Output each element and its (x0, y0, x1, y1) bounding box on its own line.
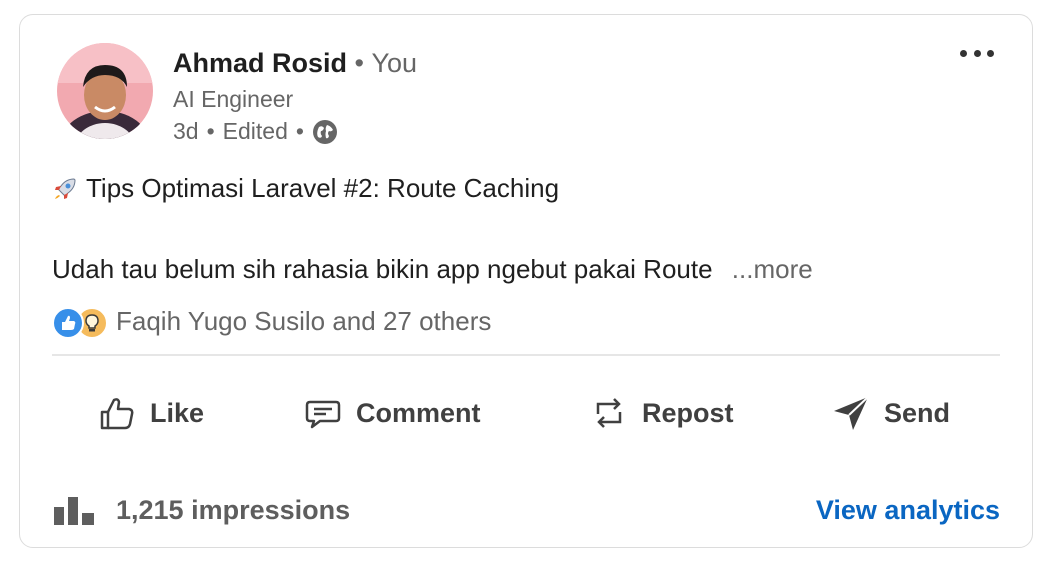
menu-dot (987, 49, 994, 57)
like-label: Like (150, 397, 205, 428)
author-headline: AI Engineer (173, 86, 294, 112)
avatar[interactable] (57, 43, 153, 139)
send-button[interactable]: Send (830, 382, 950, 444)
author-name[interactable]: Ahmad Rosid • You (173, 48, 417, 79)
divider (52, 354, 1000, 356)
comment-label: Comment (356, 397, 481, 428)
author-relation: You (371, 48, 418, 78)
like-reaction-icon (52, 306, 84, 339)
rocket-icon (55, 177, 76, 199)
separator-dot: • (295, 118, 304, 144)
menu-dot (960, 49, 967, 57)
post-meta: 3d • Edited • (173, 118, 338, 145)
post-body-text: Udah tau belum sih rahasia bikin app nge… (52, 254, 713, 284)
send-icon (834, 396, 869, 430)
author-name-text[interactable]: Ahmad Rosid (173, 48, 347, 78)
comment-button[interactable]: Comment (302, 382, 481, 444)
action-bar: Like Comment Repost Send (20, 382, 1032, 444)
more-options-icon[interactable] (960, 43, 994, 63)
view-analytics-link[interactable]: View analytics (816, 495, 1000, 526)
post-time[interactable]: 3d (173, 118, 199, 145)
repost-icon (596, 398, 622, 428)
post-title-text: Tips Optimasi Laravel #2: Route Caching (86, 173, 560, 203)
reaction-icons (52, 306, 110, 339)
repost-button[interactable]: Repost (588, 382, 734, 444)
impressions-text: 1,215 impressions (116, 494, 351, 525)
reactions-summary[interactable]: Faqih Yugo Susilo and 27 others (52, 306, 491, 339)
send-label: Send (884, 397, 951, 428)
post-title: Tips Optimasi Laravel #2: Route Caching (52, 173, 559, 204)
globe-icon (312, 119, 338, 145)
bar-chart-icon (54, 497, 94, 525)
thumbs-up-icon (100, 398, 134, 430)
edited-label: Edited (222, 118, 288, 144)
repost-label: Repost (642, 397, 734, 428)
post-card: Ahmad Rosid • You AI Engineer 3d • Edite… (19, 14, 1033, 548)
menu-dot (973, 49, 981, 57)
see-more-link[interactable]: ...more (732, 254, 813, 284)
separator-dot: • (206, 118, 215, 144)
post-footer: 1,215 impressions View analytics (52, 489, 1000, 531)
separator-dot: • (354, 48, 364, 78)
reactions-text[interactable]: Faqih Yugo Susilo and 27 others (116, 306, 491, 337)
impressions: 1,215 impressions (52, 493, 350, 527)
post-body: Udah tau belum sih rahasia bikin app nge… (52, 254, 813, 285)
like-button[interactable]: Like (96, 382, 204, 444)
comment-icon (305, 400, 341, 429)
